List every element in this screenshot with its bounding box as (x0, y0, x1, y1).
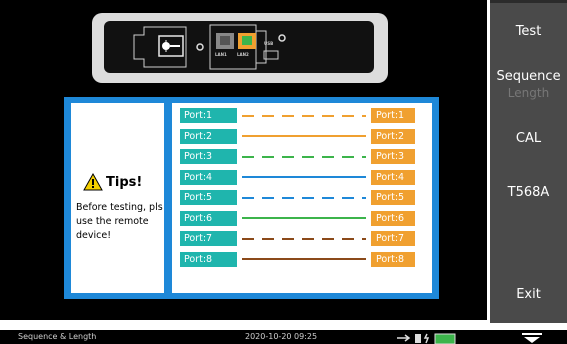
tips-title: Tips! (106, 174, 143, 190)
mode-text: Sequence & Length (18, 332, 97, 341)
wire-7 (242, 237, 366, 240)
lan2-label: LAN2 (237, 52, 249, 57)
sd-card-icon (415, 334, 421, 343)
port-left-4: Port:4 (180, 169, 237, 185)
lan1-label: LAN1 (215, 52, 227, 57)
usb-connection-icon (397, 334, 411, 342)
menu-icon[interactable] (520, 332, 544, 344)
port-right-3: Port:3 (371, 149, 415, 164)
warning-icon (83, 173, 103, 191)
port-right-6: Port:6 (371, 210, 415, 226)
port-left-2: Port:2 (180, 128, 237, 144)
port-right-1: Port:1 (371, 108, 415, 123)
exit-label: Exit (516, 287, 541, 302)
main-screen: LAN1 LAN2 USB Tips! Before testing, pls … (0, 0, 487, 320)
port-left-3: Port:3 (180, 149, 237, 164)
tips-box: Tips! Before testing, pls use the remote… (71, 103, 164, 293)
wire-8 (242, 258, 366, 260)
port-right-8: Port:8 (371, 251, 415, 267)
wire-1 (242, 114, 366, 117)
length-label: Length (507, 86, 550, 100)
device-illustration: LAN1 LAN2 USB (92, 13, 388, 83)
test-label: Test (515, 24, 542, 39)
status-icons (397, 333, 456, 344)
port-right-4: Port:4 (371, 169, 415, 185)
exit-button[interactable]: Exit (490, 266, 567, 323)
tips-panel: Tips! Before testing, pls use the remote… (64, 97, 439, 299)
port-left-8: Port:8 (180, 251, 237, 267)
port-left-6: Port:6 (180, 210, 237, 226)
wire-3 (242, 155, 366, 158)
cal-button[interactable]: CAL (490, 110, 567, 167)
port-right-2: Port:2 (371, 128, 415, 144)
port-right-7: Port:7 (371, 231, 415, 246)
battery-icon (434, 333, 456, 344)
port-left-1: Port:1 (180, 108, 237, 123)
usb-label: USB (264, 41, 274, 46)
sequence-label: Sequence (496, 69, 561, 84)
charging-icon (423, 333, 430, 344)
port-left-5: Port:5 (180, 190, 237, 205)
wire-5 (242, 196, 366, 199)
datetime-text: 2020-10-20 09:25 (245, 332, 318, 341)
device-face: LAN1 LAN2 USB (104, 21, 374, 73)
standard-button[interactable]: T568A (490, 164, 567, 221)
wire-6 (242, 217, 366, 219)
device-ports-graphic (133, 24, 286, 70)
port-left-7: Port:7 (180, 231, 237, 246)
port-right-5: Port:5 (371, 190, 415, 205)
sequence-length-button[interactable]: Sequence Length (490, 56, 567, 113)
wire-4 (242, 176, 366, 178)
test-button[interactable]: Test (490, 3, 567, 60)
cal-label: CAL (515, 131, 542, 146)
status-bar: Sequence & Length 2020-10-20 09:25 (0, 330, 567, 344)
wire-2 (242, 135, 366, 137)
standard-label: T568A (507, 185, 550, 200)
tips-heading: Tips! (83, 173, 142, 191)
tips-message: Before testing, pls use the remote devic… (76, 202, 163, 241)
port-map: Port:1 Port:1 Port:2 Port:2 Port:3 Port:3 Port… (172, 103, 432, 293)
side-menu: Test Sequence Length CAL T568A Exit (490, 0, 567, 323)
